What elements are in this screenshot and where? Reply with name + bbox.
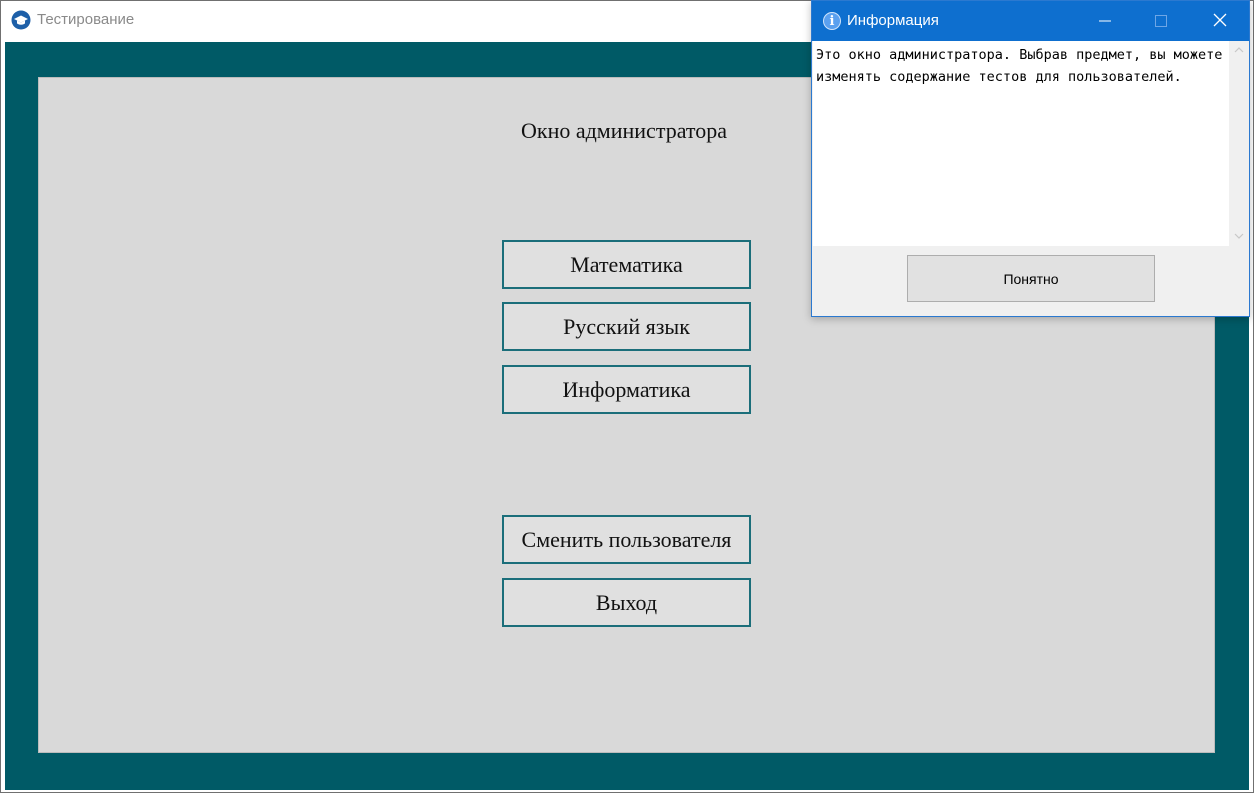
- message-text: Это окно администратора. Выбрав предмет,…: [816, 47, 1223, 85]
- change-user-button[interactable]: Сменить пользователя: [502, 515, 751, 564]
- exit-button[interactable]: Выход: [502, 578, 751, 627]
- close-button[interactable]: [1197, 1, 1243, 41]
- dialog-title: Информация: [847, 12, 939, 29]
- subject-button-informatics[interactable]: Информатика: [502, 365, 751, 414]
- scroll-up-icon[interactable]: [1229, 41, 1248, 58]
- subject-button-math[interactable]: Математика: [502, 240, 751, 289]
- vertical-scrollbar[interactable]: [1229, 41, 1248, 246]
- minimize-button[interactable]: [1082, 1, 1128, 41]
- maximize-button[interactable]: [1138, 1, 1184, 41]
- message-textbox[interactable]: Это окно администратора. Выбрав предмет,…: [813, 41, 1229, 246]
- info-icon: i: [823, 12, 841, 30]
- dialog-titlebar[interactable]: i Информация: [812, 1, 1249, 41]
- ok-button[interactable]: Понятно: [907, 255, 1155, 302]
- graduation-cap-icon: [11, 10, 31, 30]
- scroll-down-icon[interactable]: [1229, 227, 1248, 244]
- info-dialog: i Информация Это окно администратора. Вы…: [811, 0, 1250, 317]
- maximize-icon: [1155, 12, 1167, 31]
- subject-button-russian[interactable]: Русский язык: [502, 302, 751, 351]
- window-title: Тестирование: [37, 11, 135, 28]
- minimize-icon: [1099, 12, 1111, 31]
- close-icon: [1213, 12, 1227, 31]
